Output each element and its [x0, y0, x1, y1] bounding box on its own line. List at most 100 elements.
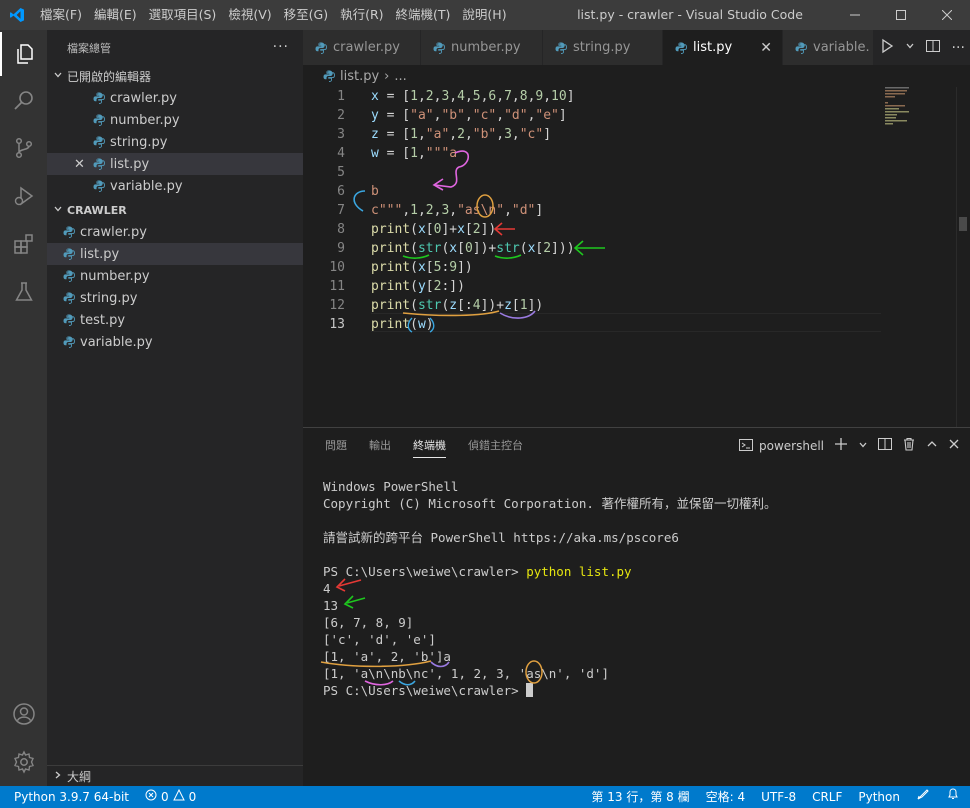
tab-number[interactable]: number.py — [421, 30, 543, 65]
extensions-icon[interactable] — [0, 222, 47, 266]
open-editor-item[interactable]: number.py — [47, 109, 303, 131]
breadcrumb-file[interactable]: list.py — [340, 69, 379, 84]
notifications-bell-icon[interactable] — [938, 786, 970, 808]
code-line: 9 print(str(x[0])+str(x[2])) — [303, 239, 903, 258]
menu-view[interactable]: 檢視(V) — [222, 0, 277, 30]
code-line: 13 print(w) — [303, 315, 903, 334]
terminal-output[interactable]: Windows PowerShell Copyright (C) Microso… — [323, 478, 953, 699]
line-source: c""",1,2,3,"as\n","d"] — [371, 203, 544, 218]
file-item[interactable]: string.py — [47, 287, 303, 309]
menu-selection[interactable]: 選取項目(S) — [143, 0, 223, 30]
indentation[interactable]: 空格: 4 — [698, 786, 754, 808]
cursor-position[interactable]: 第 13 行，第 8 欄 — [583, 786, 697, 808]
breadcrumb-separator: › — [384, 68, 390, 84]
code-line: 3 z = [1,"a",2,"b",3,"c"] — [303, 125, 903, 144]
run-file-icon[interactable] — [879, 38, 895, 58]
crawler-folder-section[interactable]: CRAWLER — [47, 199, 303, 221]
account-icon[interactable] — [0, 692, 47, 736]
editor-tabs: crawler.py number.py string.py list.py ✕ … — [303, 30, 970, 65]
tab-output[interactable]: 輸出 — [369, 428, 391, 464]
line-source: print(str(z[:4])+z[1]) — [371, 298, 544, 313]
terminal-prompt: PS C:\Users\weiwe\crawler> — [323, 683, 527, 698]
more-icon[interactable]: ··· — [952, 40, 965, 56]
split-editor-icon[interactable] — [925, 38, 941, 58]
python-file-icon — [93, 180, 105, 192]
breadcrumb-symbol[interactable]: ... — [394, 69, 406, 84]
vscode-logo-icon — [0, 0, 34, 30]
testing-flask-icon[interactable] — [0, 270, 47, 314]
menu-go[interactable]: 移至(G) — [278, 0, 334, 30]
menu-terminal[interactable]: 終端機(T) — [390, 0, 457, 30]
code-line: 6b — [303, 182, 903, 201]
folder-label: CRAWLER — [67, 203, 127, 217]
outline-section[interactable]: 大綱 — [47, 765, 303, 786]
tab-variable[interactable]: variable. — [783, 30, 874, 65]
line-ending[interactable]: CRLF — [804, 786, 850, 808]
file-item[interactable]: crawler.py — [47, 221, 303, 243]
breadcrumb: list.py › ... — [303, 65, 970, 87]
menu-edit[interactable]: 編輯(E) — [88, 0, 143, 30]
menu-run[interactable]: 執行(R) — [334, 0, 389, 30]
problems-indicator[interactable]: 0 0 — [137, 786, 204, 808]
feedback-icon[interactable] — [908, 786, 938, 808]
run-debug-icon[interactable] — [0, 174, 47, 218]
terminal-selector[interactable]: powershell — [739, 438, 824, 455]
window-title: list.py - crawler - Visual Studio Code — [577, 7, 803, 22]
close-editor-icon[interactable]: ✕ — [74, 157, 85, 172]
code-editor[interactable]: 1 x = [1,2,3,4,5,6,7,8,9,10] 2 y = ["a","b"… — [303, 87, 970, 427]
chevron-right-icon — [53, 770, 67, 783]
open-editor-item[interactable]: string.py — [47, 131, 303, 153]
code-line: 7 c""",1,2,3,"as\n","d"] — [303, 201, 903, 220]
line-source: print(w) — [371, 317, 434, 332]
panel-actions: powershell — [739, 428, 960, 464]
tab-crawler[interactable]: crawler.py — [303, 30, 421, 65]
more-actions-button[interactable]: ··· — [273, 39, 289, 55]
tab-debug-console[interactable]: 偵錯主控台 — [468, 428, 523, 464]
tab-terminal[interactable]: 終端機 — [413, 428, 446, 464]
python-file-icon — [795, 42, 807, 54]
code-line: 5 — [303, 163, 903, 182]
file-item-active[interactable]: list.py — [47, 243, 303, 265]
settings-gear-icon[interactable] — [0, 740, 47, 784]
maximize-panel-icon[interactable] — [926, 438, 938, 454]
python-file-icon — [63, 314, 75, 326]
menu-file[interactable]: 檔案(F) — [34, 0, 88, 30]
close-tab-icon[interactable]: ✕ — [760, 40, 772, 56]
line-number: 13 — [329, 317, 345, 332]
encoding[interactable]: UTF-8 — [753, 786, 804, 808]
activity-bar — [0, 30, 47, 786]
open-editors-section[interactable]: 已開啟的編輯器 — [47, 65, 303, 87]
editor-scrollbar[interactable] — [956, 87, 970, 427]
menu-help[interactable]: 說明(H) — [456, 0, 512, 30]
file-item[interactable]: variable.py — [47, 331, 303, 353]
line-source: print(x[0]+x[2]) — [371, 222, 497, 237]
minimize-button[interactable] — [832, 0, 878, 30]
open-editor-item[interactable]: crawler.py — [47, 87, 303, 109]
shell-name: powershell — [759, 439, 824, 453]
python-interpreter[interactable]: Python 3.9.7 64-bit — [0, 786, 137, 808]
close-panel-icon[interactable] — [948, 438, 960, 454]
split-terminal-icon[interactable] — [878, 437, 892, 455]
open-editor-item-active[interactable]: ✕ list.py — [47, 153, 303, 175]
explorer-icon[interactable] — [0, 32, 47, 76]
file-item[interactable]: test.py — [47, 309, 303, 331]
search-icon[interactable] — [0, 78, 47, 122]
maximize-button[interactable] — [878, 0, 924, 30]
source-control-icon[interactable] — [0, 126, 47, 170]
new-terminal-plus-icon[interactable] — [834, 437, 848, 455]
close-window-button[interactable] — [924, 0, 970, 30]
line-source: print(x[5:9]) — [371, 260, 473, 275]
terminal-dropdown-icon[interactable] — [858, 439, 868, 454]
python-file-icon — [93, 92, 105, 104]
terminal-line: 4 — [323, 581, 331, 596]
minimap[interactable] — [885, 87, 955, 127]
trash-icon[interactable] — [902, 437, 916, 455]
run-dropdown-icon[interactable] — [905, 40, 915, 55]
tab-list[interactable]: list.py ✕ — [663, 30, 783, 65]
tab-problems[interactable]: 問題 — [325, 428, 347, 464]
open-editor-item[interactable]: variable.py — [47, 175, 303, 197]
line-number: 8 — [337, 222, 345, 237]
language-mode[interactable]: Python — [850, 786, 908, 808]
tab-string[interactable]: string.py — [543, 30, 663, 65]
file-item[interactable]: number.py — [47, 265, 303, 287]
